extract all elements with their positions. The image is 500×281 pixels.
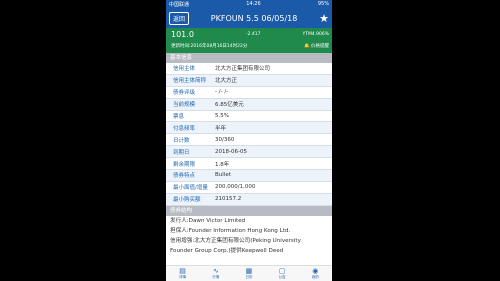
phone-screen: 中国联通 14:26 95% 返回 PKFOUN 5.5 06/05/18 ★ … [166, 0, 332, 281]
chart-line-icon: ∿ [212, 267, 219, 275]
tab-market[interactable]: ∿ 行情 [205, 267, 227, 280]
basic-info-row: 付息频率 半年 [166, 122, 332, 135]
basic-info-label: 债券评级 [173, 90, 196, 97]
basic-info-label: 付息频率 [173, 125, 196, 132]
document-icon: ▤ [179, 267, 186, 275]
basic-info-value: 北大方正 [215, 78, 238, 85]
basic-info-label: 最小面值/增量 [173, 185, 208, 192]
basic-info-value: 210157.2 [215, 196, 242, 203]
basic-info-row: 票息 5.5% [166, 111, 332, 123]
basic-info-label: 债券特点 [173, 173, 196, 180]
tab-details[interactable]: ▤ 详情 [172, 267, 194, 280]
price-alert-label: 价格提醒 [311, 44, 329, 49]
updated-time: 更新时间:2016年08月16日14时22分 [171, 44, 248, 49]
basic-info-value: 5.5% [215, 113, 229, 119]
calendar-icon: ▦ [245, 267, 253, 275]
basic-info-value: 30/360 [215, 136, 235, 143]
change-value: -2.417 [246, 32, 261, 37]
user-icon: ◉ [312, 267, 319, 275]
basic-info-value: 北大方正集团有限公司 [215, 66, 271, 73]
guarantor-text: 担保人:Founder Information Hong Kong Ltd. [170, 227, 291, 234]
basic-info-value: Bullet [215, 172, 231, 179]
ytm-value: YTM4.906% [302, 32, 329, 37]
structure-header: 债券结构 [166, 205, 332, 216]
basic-info-table: 信用主体 北大方正集团有限公司信用主体简称 北大方正债券评级 - /- /- 当前规模 6… [166, 63, 332, 206]
bell-icon: 🔔 [303, 44, 310, 49]
carrier-label: 中国联通 [169, 1, 190, 8]
tab-profile[interactable]: ◉ 我的 [304, 267, 326, 280]
battery-label: 95% [317, 1, 329, 7]
basic-info-label: 最小购买额 [173, 197, 201, 204]
basic-info-label: 票息 [173, 114, 185, 120]
basic-info-value: 200,000/1,000 [215, 184, 256, 191]
tab-announcements[interactable]: ▢ 公告 [271, 267, 293, 280]
basic-info-value: 2018-06-05 [215, 148, 247, 155]
basic-info-row: 日计数 30/360 [166, 134, 332, 147]
basic-info-row: 最小购买额 210157.2 [166, 193, 332, 206]
status-bar: 中国联通 14:26 95% [166, 0, 332, 8]
basic-info-row: 信用主体 北大方正集团有限公司 [166, 63, 332, 75]
basic-info-row: 剩余期限 1.8年 [166, 158, 332, 171]
basic-info-label: 日计数 [173, 137, 190, 144]
basic-info-label: 信用主体 [173, 66, 196, 73]
nav-bar: 返回 PKFOUN 5.5 06/05/18 ★ [166, 8, 332, 28]
star-icon[interactable]: ★ [319, 12, 329, 25]
basic-info-row: 债券评级 - /- /- [166, 87, 332, 99]
basic-info-header: 基本信息 [166, 53, 332, 63]
credit-support-continued-text: Founder Group Corp.)提供Keepwell Deed [170, 247, 284, 254]
issuer-text: 发行人:Dawn Victor Limited [170, 217, 246, 224]
notice-icon: ▢ [278, 267, 286, 275]
basic-info-label: 到期日 [173, 149, 190, 156]
time-label: 14:26 [246, 1, 261, 7]
price-alert-button[interactable]: 🔔 价格提醒 [304, 43, 329, 49]
tab-bar: ▤ 详情 ∿ 行情 ▦ 日历 ▢ 公告 ◉ 我的 [166, 265, 332, 281]
basic-info-value: 半年 [215, 125, 227, 132]
basic-info-row: 信用主体简称 北大方正 [166, 74, 332, 87]
price-value: 101.0 [171, 30, 194, 39]
basic-info-value: 1.8年 [215, 161, 230, 168]
back-button[interactable]: 返回 [169, 11, 190, 25]
basic-info-value: - /- /- [215, 89, 229, 96]
page-title: PKFOUN 5.5 06/05/18 [210, 13, 298, 23]
basic-info-label: 信用主体简称 [173, 78, 207, 85]
basic-info-row: 到期日 2018-06-05 [166, 146, 332, 159]
basic-info-value: 6.85亿美元 [215, 102, 244, 109]
basic-info-row: 债券特点 Bullet [166, 170, 332, 182]
tab-calendar[interactable]: ▦ 日历 [238, 267, 260, 280]
basic-info-row: 最小面值/增量 200,000/1,000 [166, 182, 332, 194]
credit-support-text: 信用增强:北大方正集团有限公司(Peking University [170, 237, 301, 244]
basic-info-row: 当前规模 6.85亿美元 [166, 98, 332, 111]
basic-info-label: 剩余期限 [173, 161, 196, 168]
basic-info-label: 当前规模 [173, 102, 196, 109]
quote-panel: 101.0 -2.417 YTM4.906% 更新时间:2016年08月16日1… [166, 28, 332, 53]
